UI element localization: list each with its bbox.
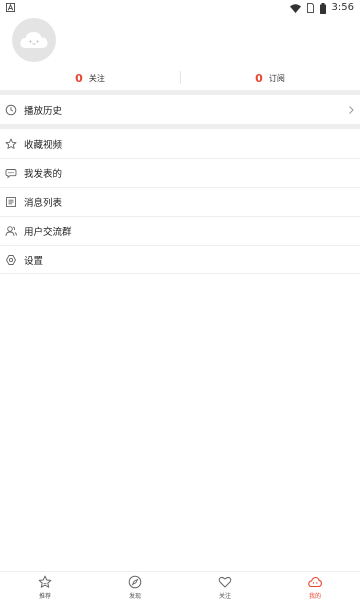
wifi-icon (289, 3, 301, 13)
menu-item-settings[interactable]: 设置 (0, 246, 360, 274)
user-group-icon (5, 225, 17, 237)
chat-bubble-icon (5, 167, 17, 179)
tab-label: 我的 (308, 593, 321, 600)
status-bar: 3:56 (0, 0, 360, 16)
menu-label-my-posts: 我发表的 (24, 169, 63, 180)
tab-label: 推荐 (38, 593, 51, 600)
status-right: 3:56 (289, 2, 354, 14)
clock-icon (5, 104, 17, 116)
subscribe-stat[interactable]: 0 订阅 (180, 72, 360, 85)
menu-label-messages: 消息列表 (24, 198, 63, 209)
tab-follow[interactable]: 关注 (180, 572, 270, 600)
subscribe-label: 订阅 (268, 73, 285, 83)
cloud-avatar-icon (20, 32, 48, 48)
bottom-tab-bar: 推荐 发现 关注 我的 (0, 571, 360, 600)
battery-icon (319, 2, 326, 14)
following-count: 0 (75, 71, 83, 85)
section-separator (0, 125, 360, 129)
tab-label: 发现 (128, 593, 141, 600)
star-icon (38, 575, 52, 588)
menu-item-user-group[interactable]: 用户交流群 (0, 217, 360, 245)
menu-item-my-posts[interactable]: 我发表的 (0, 159, 360, 187)
tab-recommend[interactable]: 推荐 (0, 572, 90, 600)
gear-icon (5, 254, 17, 266)
message-list-icon (5, 196, 17, 208)
star-icon (5, 138, 17, 150)
status-time: 3:56 (331, 2, 354, 13)
stats-divider (180, 71, 181, 84)
chevron-right-icon (349, 106, 354, 114)
heart-icon (218, 576, 232, 588)
section-separator (0, 90, 360, 95)
menu-label-user-group: 用户交流群 (24, 227, 72, 238)
compass-icon (128, 575, 142, 589)
menu-item-history[interactable]: 播放历史 (0, 96, 360, 124)
menu-label-history: 播放历史 (24, 106, 63, 117)
following-stat[interactable]: 0 关注 (0, 72, 180, 85)
cloud-icon (308, 576, 322, 588)
menu-label-settings: 设置 (24, 256, 44, 267)
subscribe-count: 0 (255, 71, 263, 85)
following-label: 关注 (88, 73, 105, 83)
avatar[interactable] (12, 18, 56, 62)
menu-divider (0, 273, 360, 274)
tab-label: 关注 (218, 593, 231, 600)
sim-icon (306, 3, 314, 13)
menu-item-messages[interactable]: 消息列表 (0, 188, 360, 216)
menu-item-favorites[interactable]: 收藏视频 (0, 130, 360, 158)
menu-label-favorites: 收藏视频 (24, 140, 63, 151)
tab-discover[interactable]: 发现 (90, 572, 180, 600)
android-notification-icon (6, 3, 15, 12)
tab-mine[interactable]: 我的 (270, 572, 360, 600)
